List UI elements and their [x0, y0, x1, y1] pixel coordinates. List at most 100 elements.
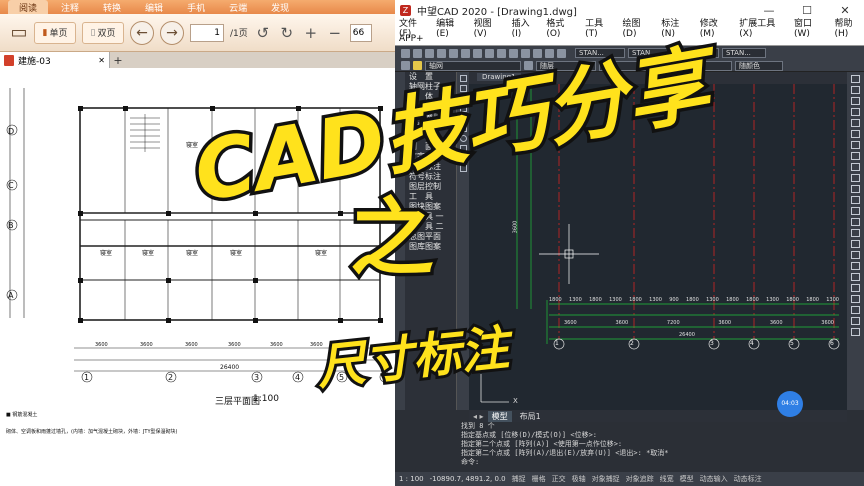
model-toggle[interactable]: 模型 [680, 474, 694, 484]
pdf-file-icon [4, 54, 14, 66]
double-page-button[interactable]: ▯ 双页 [82, 21, 124, 44]
undo-icon[interactable] [485, 48, 494, 58]
document-tab-bar: 建施-03 ✕ + [0, 52, 395, 68]
trim-icon[interactable] [851, 174, 860, 182]
open-file-icon[interactable] [413, 48, 422, 58]
menu-tools[interactable]: 工具(T) [585, 16, 613, 39]
document-tab-label: 建施-03 [18, 56, 51, 67]
menu-format[interactable]: 格式(O) [546, 16, 576, 39]
new-file-icon[interactable] [401, 48, 410, 58]
copy-object-icon[interactable] [851, 86, 860, 94]
new-tab-icon[interactable]: + [110, 54, 126, 67]
erase-icon[interactable] [851, 75, 860, 83]
next-page-button[interactable]: → [160, 20, 184, 45]
break-icon[interactable] [851, 196, 860, 204]
dim-radius-icon[interactable] [851, 262, 860, 270]
layer-select[interactable]: 轴网 [425, 60, 521, 71]
properties-icon[interactable] [533, 48, 542, 58]
annotation-scale[interactable]: 1 : 100 [399, 475, 424, 483]
fillet-icon[interactable] [851, 218, 860, 226]
dynamic-input-toggle[interactable]: 动态输入 [700, 474, 728, 484]
dim-angle-icon[interactable] [851, 273, 860, 281]
dim-linear-icon[interactable] [851, 240, 860, 248]
close-tab-icon[interactable]: ✕ [98, 56, 105, 65]
redo-icon[interactable] [497, 48, 506, 58]
lineweight-toggle[interactable]: 线宽 [660, 474, 674, 484]
pdf-tab-mobile[interactable]: 手机 [176, 0, 216, 15]
ortho-toggle[interactable]: 正交 [552, 474, 566, 484]
menu-insert[interactable]: 插入(I) [512, 16, 538, 39]
dynamic-dim-toggle[interactable]: 动态标注 [734, 474, 762, 484]
offset-icon[interactable] [851, 108, 860, 116]
dim-continue-icon[interactable] [851, 284, 860, 292]
match-icon[interactable] [557, 48, 566, 58]
menu-extend-tools[interactable]: 扩展工具(X) [739, 16, 785, 39]
tolerance-icon[interactable] [851, 328, 860, 336]
zoom-icon[interactable] [521, 48, 530, 58]
pdf-tab-convert[interactable]: 转换 [92, 0, 132, 15]
prev-page-button[interactable]: ← [130, 20, 154, 45]
zoom-in-icon[interactable]: + [302, 24, 320, 42]
zoom-input[interactable]: 66 [349, 23, 372, 42]
dim-edit-icon[interactable] [851, 306, 860, 314]
print-icon[interactable] [437, 48, 446, 58]
explode-icon[interactable] [851, 229, 860, 237]
menu-modify[interactable]: 修改(M) [700, 16, 730, 39]
menu-help[interactable]: 帮助(H) [834, 16, 864, 39]
menu-dimension[interactable]: 标注(N) [661, 16, 691, 39]
extend-icon[interactable] [851, 185, 860, 193]
pdf-tab-edit[interactable]: 编辑 [134, 0, 174, 15]
open-folder-icon[interactable]: ▭ [10, 22, 28, 43]
stretch-icon[interactable] [851, 163, 860, 171]
copy-icon[interactable] [461, 48, 470, 58]
save-icon[interactable] [425, 48, 434, 58]
scale-icon[interactable] [851, 152, 860, 160]
cut-icon[interactable] [449, 48, 458, 58]
pdf-tab-discover[interactable]: 发现 [260, 0, 300, 15]
light-bulb-icon[interactable] [413, 61, 422, 70]
array-icon[interactable] [851, 119, 860, 127]
otrack-toggle[interactable]: 对象追踪 [626, 474, 654, 484]
layers-icon[interactable] [545, 48, 554, 58]
menu-draw[interactable]: 绘图(D) [623, 16, 653, 39]
osnap-toggle[interactable]: 对象捕捉 [592, 474, 620, 484]
dim-baseline-icon[interactable] [851, 295, 860, 303]
menu-view[interactable]: 视图(V) [474, 16, 503, 39]
command-line[interactable]: 找到 8 个 指定基点或 [位移(D)/模式(O)] <位移>: 指定第二个点或… [457, 422, 864, 472]
pan-icon[interactable] [509, 48, 518, 58]
axis-label-c: C [8, 181, 14, 190]
layer-manager-icon[interactable] [401, 61, 410, 70]
pdf-tab-annotate[interactable]: 注释 [50, 0, 90, 15]
document-tab[interactable]: 建施-03 ✕ [0, 52, 110, 68]
command-prompt[interactable]: 命令: [461, 458, 864, 467]
menu-edit[interactable]: 编辑(E) [436, 16, 465, 39]
zoom-out-icon[interactable]: − [326, 24, 344, 42]
grid-toggle[interactable]: 栅格 [532, 474, 546, 484]
plan-note: ■ 钢筋混凝土 [6, 412, 38, 418]
cad-dim-value: 3600 [769, 320, 783, 326]
move-icon[interactable] [851, 130, 860, 138]
pdf-tab-read[interactable]: 阅读 [8, 0, 49, 15]
paste-icon[interactable] [473, 48, 482, 58]
rotate-left-icon[interactable]: ↺ [254, 24, 272, 42]
page-number-input[interactable]: 1 [190, 23, 224, 42]
tab-nav-icon[interactable]: ◂ ▸ [473, 412, 484, 421]
ucs-x-label: X [513, 397, 518, 405]
rotate-right-icon[interactable]: ↻ [278, 24, 296, 42]
snap-toggle[interactable]: 捕捉 [512, 474, 526, 484]
rotate-icon[interactable] [851, 141, 860, 149]
chamfer-icon[interactable] [851, 207, 860, 215]
tab-model[interactable]: 模型 [487, 410, 512, 422]
pdf-tab-cloud[interactable]: 云端 [218, 0, 258, 15]
single-page-button[interactable]: ▮ 单页 [34, 21, 76, 44]
menu-window[interactable]: 窗口(W) [794, 16, 826, 39]
polar-toggle[interactable]: 极轴 [572, 474, 586, 484]
mirror-icon[interactable] [851, 97, 860, 105]
tab-layout1[interactable]: 布局1 [516, 411, 545, 422]
dim-aligned-icon[interactable] [851, 251, 860, 259]
cad-dim-value: 1800 [589, 297, 602, 303]
leader-icon[interactable] [851, 317, 860, 325]
multileader-style-select[interactable]: STAN... [722, 48, 766, 58]
cad-dim-value: 900 [669, 297, 679, 303]
plotstyle-select[interactable]: 随颜色 [735, 60, 783, 71]
